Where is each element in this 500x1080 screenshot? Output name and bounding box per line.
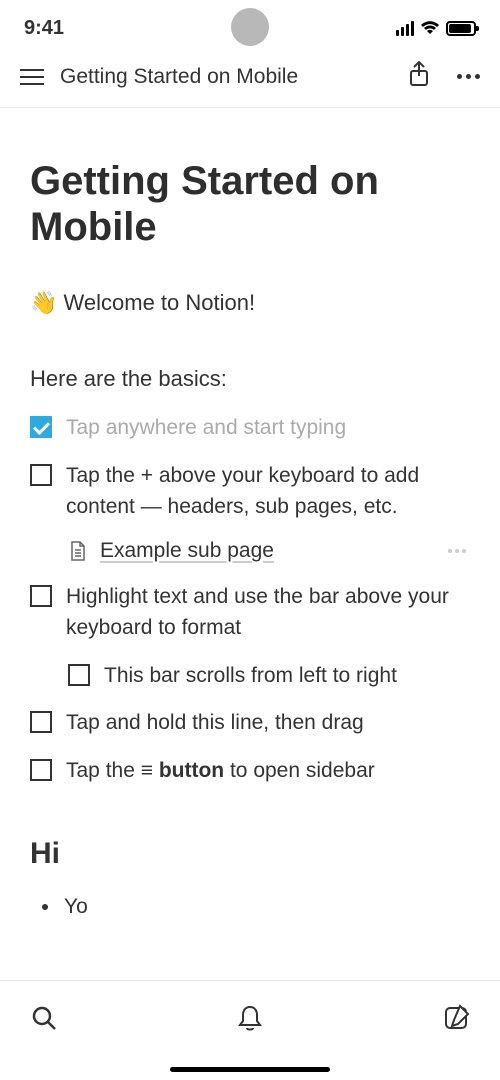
subpage-more-button[interactable]	[448, 549, 470, 553]
page-icon	[68, 540, 88, 562]
status-right	[396, 21, 476, 36]
status-time: 9:41	[24, 17, 64, 40]
notifications-button[interactable]	[236, 1003, 264, 1038]
breadcrumb[interactable]: Getting Started on Mobile	[60, 65, 391, 89]
battery-icon	[446, 21, 476, 36]
subpage-row[interactable]: Example sub page	[30, 539, 470, 563]
todo-item-4[interactable]: Tap and hold this line, then drag	[30, 707, 470, 739]
todo-text: Tap and hold this line, then drag	[66, 707, 364, 739]
todo-text: This bar scrolls from left to right	[104, 660, 397, 692]
menu-button[interactable]	[20, 69, 44, 85]
wifi-icon	[420, 21, 440, 36]
todo-item-3[interactable]: Highlight text and use the bar above you…	[30, 581, 470, 644]
checkbox[interactable]	[68, 664, 90, 686]
todo-text: Highlight text and use the bar above you…	[66, 581, 470, 644]
recording-indicator	[231, 8, 269, 46]
page-title[interactable]: Getting Started on Mobile	[30, 158, 470, 250]
bullet-dot-icon	[42, 904, 48, 910]
heading-hi[interactable]: Hi	[30, 837, 470, 871]
welcome-line[interactable]: 👋 Welcome to Notion!	[30, 290, 470, 316]
welcome-text: Welcome to Notion!	[64, 290, 256, 315]
checkbox[interactable]	[30, 711, 52, 733]
subpage-link[interactable]: Example sub page	[100, 539, 436, 563]
status-bar: 9:41	[0, 0, 500, 50]
bullet-item[interactable]: Yo	[30, 895, 470, 919]
bottom-toolbar	[0, 980, 500, 1080]
share-button[interactable]	[407, 60, 431, 93]
wave-emoji: 👋	[30, 290, 57, 315]
home-indicator[interactable]	[170, 1067, 330, 1072]
todo-text: Tap the + above your keyboard to add con…	[66, 460, 470, 523]
bullet-text: Yo	[64, 895, 88, 919]
todo-text: Tap anywhere and start typing	[66, 412, 346, 444]
search-button[interactable]	[30, 1004, 58, 1037]
page-content: Getting Started on Mobile 👋 Welcome to N…	[0, 108, 500, 939]
top-nav: Getting Started on Mobile	[0, 50, 500, 108]
more-options-button[interactable]	[447, 74, 480, 79]
basics-intro[interactable]: Here are the basics:	[30, 366, 470, 392]
hamburger-glyph: ≡	[141, 755, 153, 787]
todo-item-5[interactable]: Tap the ≡ button to open sidebar	[30, 755, 470, 787]
checkbox-checked[interactable]	[30, 416, 52, 438]
checkbox[interactable]	[30, 585, 52, 607]
checkbox[interactable]	[30, 464, 52, 486]
todo-text: Tap the ≡ button to open sidebar	[66, 755, 375, 787]
compose-button[interactable]	[442, 1004, 470, 1037]
cellular-signal-icon	[396, 21, 414, 36]
todo-item-3a[interactable]: This bar scrolls from left to right	[30, 660, 470, 692]
todo-item-1[interactable]: Tap anywhere and start typing	[30, 412, 470, 444]
todo-item-2[interactable]: Tap the + above your keyboard to add con…	[30, 460, 470, 523]
checkbox[interactable]	[30, 759, 52, 781]
